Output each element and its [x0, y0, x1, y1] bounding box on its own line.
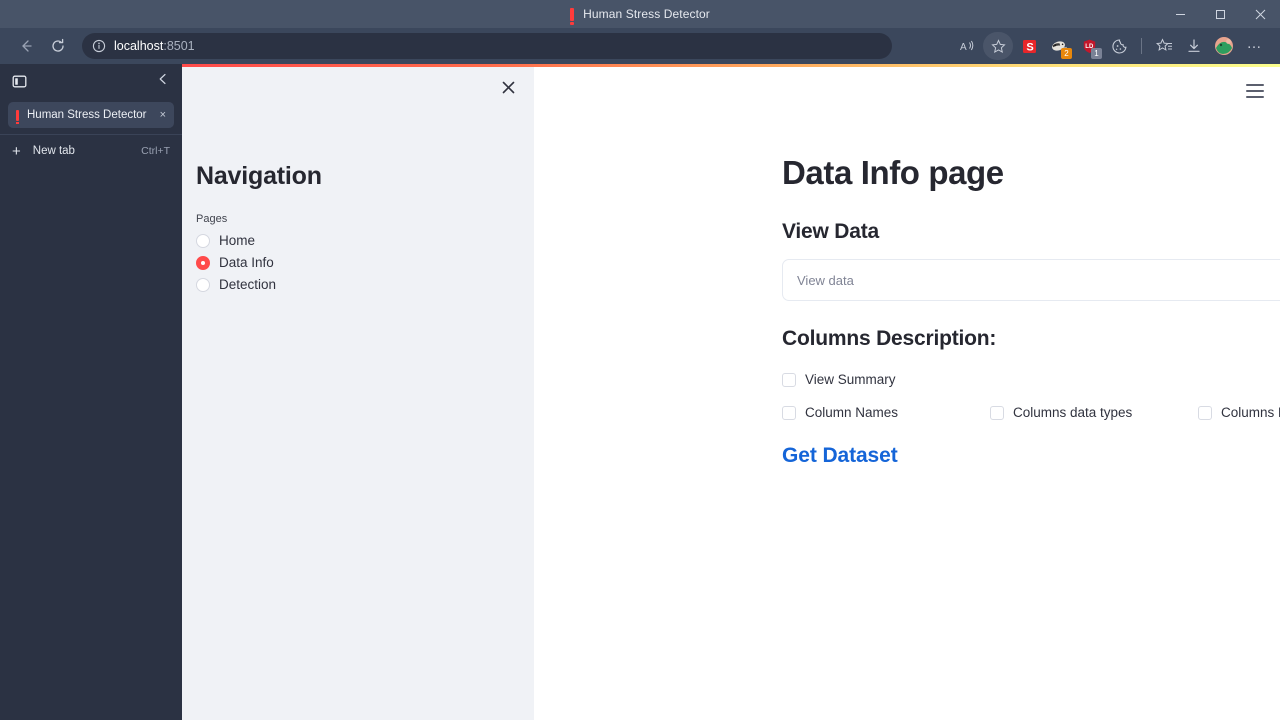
checkbox-columns-data[interactable]: Columns Data — [1198, 405, 1280, 420]
read-aloud-icon[interactable]: A — [953, 32, 981, 60]
view-data-heading: View Data — [782, 220, 880, 243]
window-title: Human Stress Detector — [583, 7, 710, 21]
window-title-group: Human Stress Detector — [570, 7, 710, 25]
sidebar-title: Navigation — [196, 162, 322, 190]
browser-titlebar: Human Stress Detector — [0, 0, 1280, 28]
pages-radio-group: Home Data Info Detection — [196, 233, 534, 292]
extension-raccoon-icon[interactable]: 2 — [1045, 32, 1073, 60]
radio-home-indicator[interactable] — [196, 233, 210, 248]
window-controls — [1160, 0, 1280, 28]
address-bar[interactable]: localhost:8501 — [82, 33, 892, 59]
extension-s-icon[interactable]: S — [1015, 32, 1043, 60]
page-title: Data Info page — [782, 154, 1004, 191]
downloads-icon[interactable] — [1180, 32, 1208, 60]
sidebar-close-button[interactable] — [496, 75, 520, 99]
checkbox-column-names-label: Column Names — [805, 405, 899, 420]
radio-detection-label: Detection — [219, 277, 277, 292]
new-tab-shortcut: Ctrl+T — [141, 145, 170, 157]
vertical-tab-human-stress-detector[interactable]: Human Stress Detector × — [8, 102, 174, 128]
pages-group-label: Pages — [196, 213, 228, 225]
profile-avatar[interactable] — [1210, 32, 1238, 60]
tab-favicon-icon — [16, 109, 19, 124]
extension-cookie-icon[interactable] — [1105, 32, 1133, 60]
checkbox-column-3: Columns Data — [1198, 405, 1280, 420]
checkbox-row-columns: Column Names Columns data types Columns … — [782, 405, 1280, 420]
checkbox-view-summary-box[interactable] — [782, 372, 796, 387]
collapse-panel-icon[interactable] — [156, 72, 170, 91]
plus-icon: + — [12, 142, 21, 160]
streamlit-sidebar: Navigation Pages Home Data Info Detectio… — [182, 67, 534, 720]
new-tab-label: New tab — [32, 145, 75, 157]
checkbox-column-1: Column Names — [782, 405, 990, 420]
checkbox-column-names[interactable]: Column Names — [782, 405, 898, 420]
checkbox-columns-data-types[interactable]: Columns data types — [990, 405, 1132, 420]
checkbox-row-summary: View Summary — [782, 372, 1280, 387]
maximize-button[interactable] — [1200, 0, 1240, 28]
vertical-tabs-header — [0, 64, 182, 98]
streamlit-favicon-icon — [570, 7, 575, 25]
url-host: localhost — [114, 39, 164, 53]
checkbox-view-summary-label: View Summary — [805, 372, 896, 387]
url-port: :8501 — [163, 39, 195, 53]
view-data-select[interactable]: View data — [782, 259, 1280, 301]
favorite-star-icon[interactable] — [983, 32, 1013, 60]
checkbox-column-2: Columns data types — [990, 405, 1198, 420]
checkbox-columns-data-label: Columns Data — [1221, 405, 1280, 420]
checkbox-columns-data-box[interactable] — [1198, 405, 1212, 420]
radio-option-data-info[interactable]: Data Info — [196, 255, 534, 270]
extension-raccoon-badge: 2 — [1061, 48, 1072, 59]
extension-shield-icon[interactable]: LD 1 — [1075, 32, 1103, 60]
info-circle-icon[interactable] — [92, 39, 106, 53]
browser-settings-icon[interactable]: … — [1240, 32, 1268, 60]
toolbar-divider — [1141, 38, 1142, 54]
checkbox-column-names-box[interactable] — [782, 405, 796, 420]
svg-text:S: S — [1026, 41, 1033, 53]
columns-description-heading: Columns Description: — [782, 327, 997, 350]
radio-detection-indicator[interactable] — [196, 277, 210, 292]
vertical-tabs-panel: Human Stress Detector × + New tab Ctrl+T — [0, 64, 182, 720]
radio-option-home[interactable]: Home — [196, 233, 534, 248]
browser-toolbar: localhost:8501 A S 2 LD 1 … — [0, 28, 1280, 64]
address-bar-url: localhost:8501 — [114, 39, 195, 53]
minimize-button[interactable] — [1160, 0, 1200, 28]
close-button[interactable] — [1240, 0, 1280, 28]
vertical-tab-label: Human Stress Detector — [27, 109, 147, 121]
radio-data-info-label: Data Info — [219, 255, 274, 270]
radio-home-label: Home — [219, 233, 256, 248]
back-button[interactable] — [10, 32, 42, 60]
new-tab-button[interactable]: + New tab Ctrl+T — [0, 135, 182, 167]
checkbox-columns-data-types-box[interactable] — [990, 405, 1004, 420]
sidebar-content: Navigation Pages Home Data Info Detectio… — [182, 67, 534, 292]
get-dataset-link[interactable]: Get Dataset — [782, 444, 1280, 468]
browser-window: Human Stress Detector localhost:8501 A S… — [0, 0, 1280, 720]
vertical-tab-close-icon[interactable]: × — [160, 109, 166, 121]
tab-panel-icon[interactable] — [12, 74, 27, 89]
extension-shield-badge: 1 — [1091, 48, 1102, 59]
main-content: Data Info page View Data View data Colum… — [782, 67, 1280, 468]
radio-data-info-indicator[interactable] — [196, 255, 210, 270]
refresh-button[interactable] — [42, 32, 74, 60]
toolbar-right-icons: A S 2 LD 1 … — [953, 32, 1270, 60]
streamlit-main: Data Info page View Data View data Colum… — [534, 67, 1280, 720]
view-data-select-value: View data — [797, 272, 854, 288]
svg-text:A: A — [960, 42, 967, 53]
web-page: Navigation Pages Home Data Info Detectio… — [182, 64, 1280, 720]
checkbox-view-summary[interactable]: View Summary — [782, 372, 896, 387]
collections-icon[interactable] — [1150, 32, 1178, 60]
radio-option-detection[interactable]: Detection — [196, 277, 534, 292]
checkbox-columns-data-types-label: Columns data types — [1013, 405, 1133, 420]
